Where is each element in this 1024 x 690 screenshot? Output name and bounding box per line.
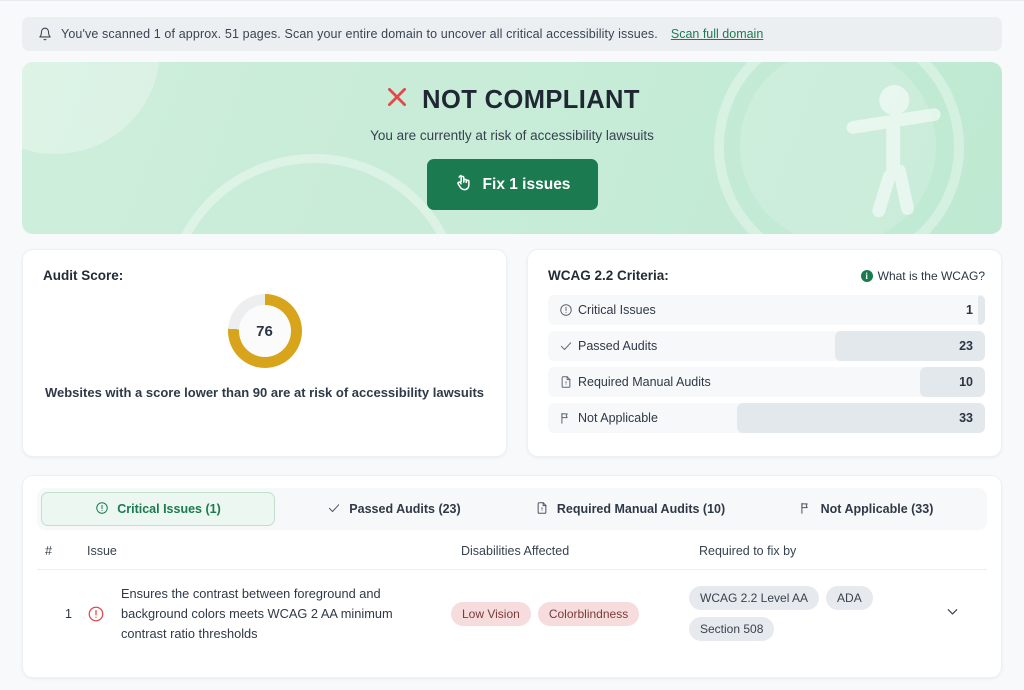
wcag-row-critical-issues: Critical Issues 1 [548, 295, 985, 325]
tab-required-manual-audits-10[interactable]: Required Manual Audits (10) [513, 492, 747, 526]
wcag-row-progress-fill [737, 403, 985, 433]
fix-issues-button[interactable]: Fix 1 issues [426, 159, 598, 210]
tab-not-applicable-33[interactable]: Not Applicable (33) [749, 492, 983, 526]
compliance-status: NOT COMPLIANT [370, 84, 654, 117]
audit-score-title: Audit Score: [43, 268, 124, 283]
issues-panel: Critical Issues (1) Passed Audits (23) Req… [22, 475, 1002, 679]
accessibility-person-icon [834, 80, 950, 225]
wcag-row-not-applicable: Not Applicable 33 [548, 403, 985, 433]
wcag-row-value: 33 [959, 411, 973, 425]
fix-issues-label: Fix 1 issues [482, 175, 571, 193]
wcag-row-value: 10 [959, 375, 973, 389]
alert-circle-icon [559, 303, 578, 317]
what-is-wcag-label: What is the WCAG? [877, 268, 985, 283]
wcag-title: WCAG 2.2 Criteria: [548, 268, 669, 283]
audit-score-gauge-wrapper: 76 [43, 294, 486, 368]
wcag-row-required-manual-audits: Required Manual Audits 10 [548, 367, 985, 397]
column-header-disabilities: Disabilities Affected [461, 544, 570, 558]
tab-label: Critical Issues (1) [117, 502, 221, 516]
wcag-row-value: 23 [959, 339, 973, 353]
tab-passed-audits-23[interactable]: Passed Audits (23) [277, 492, 511, 526]
wcag-row-value: 1 [966, 303, 973, 317]
x-mark-icon [384, 84, 410, 117]
disability-tag: Low Vision [451, 601, 531, 626]
wcag-criteria-card: WCAG 2.2 Criteria: i What is the WCAG? C… [527, 249, 1002, 457]
summary-cards-row: Audit Score: 76 Websites with a score lo… [22, 249, 1002, 457]
expand-row-button[interactable] [929, 603, 975, 625]
check-icon [327, 501, 341, 518]
scan-notice-text: You've scanned 1 of approx. 51 pages. Sc… [61, 27, 658, 41]
chevron-down-icon [944, 603, 961, 625]
info-icon: i [860, 269, 873, 282]
tab-label: Required Manual Audits (10) [556, 502, 726, 516]
column-header-number: # [45, 544, 52, 558]
wcag-row-label: Required Manual Audits [578, 375, 711, 389]
issues-table-header: # Issue Disabilities Affected Required t… [37, 530, 987, 570]
hero-subtitle: You are currently at risk of accessibili… [370, 128, 654, 143]
wcag-card-header: WCAG 2.2 Criteria: i What is the WCAG? [548, 268, 985, 283]
scan-full-domain-link[interactable]: Scan full domain [671, 27, 763, 41]
compliance-hero-banner: NOT COMPLIANT You are currently at risk … [22, 62, 1002, 234]
bell-icon [38, 27, 52, 41]
wcag-row-progress-fill [919, 367, 985, 397]
alert-circle-icon [95, 501, 109, 518]
audit-score-gauge: 76 [227, 294, 302, 368]
issues-table-body: 1 Ensures the contrast between foreground… [37, 570, 987, 657]
standard-tag: Section 508 [689, 617, 775, 642]
flag-icon [559, 411, 578, 425]
document-icon [559, 375, 578, 389]
audit-score-value: 76 [238, 305, 291, 357]
issues-tablist: Critical Issues (1) Passed Audits (23) Req… [37, 488, 987, 530]
audit-score-note: Websites with a score lower than 90 are … [44, 385, 485, 400]
column-header-required: Required to fix by [699, 544, 797, 558]
tab-critical-issues-1[interactable]: Critical Issues (1) [41, 492, 275, 526]
audit-score-card: Audit Score: 76 Websites with a score lo… [22, 249, 507, 457]
click-hand-icon [454, 173, 473, 197]
issue-description: Ensures the contrast between foreground … [121, 586, 393, 641]
disabilities-affected: Low Vision Colorblindness [451, 601, 689, 626]
column-header-issue: Issue [87, 544, 117, 558]
document-icon [535, 501, 549, 518]
tab-label: Not Applicable (33) [820, 502, 934, 516]
issue-number: 1 [65, 606, 72, 621]
scan-notice-banner: You've scanned 1 of approx. 51 pages. Sc… [22, 17, 1002, 51]
wcag-row-label: Not Applicable [578, 411, 658, 425]
what-is-wcag-link[interactable]: i What is the WCAG? [860, 268, 985, 283]
alert-circle-icon [87, 605, 121, 623]
wcag-row-passed-audits: Passed Audits 23 [548, 331, 985, 361]
compliance-status-text: NOT COMPLIANT [422, 86, 640, 114]
dashboard-page: You've scanned 1 of approx. 51 pages. Sc… [0, 17, 1024, 679]
standard-tag: ADA [826, 586, 873, 611]
wcag-row-label: Critical Issues [578, 303, 656, 317]
disability-tag: Colorblindness [537, 601, 640, 626]
required-standards: WCAG 2.2 Level AA ADA Section 508 [689, 586, 929, 642]
standard-tag: WCAG 2.2 Level AA [689, 586, 820, 611]
check-icon [559, 339, 578, 353]
tab-label: Passed Audits (23) [349, 502, 461, 516]
wcag-row-progress-fill [978, 295, 985, 325]
decorative-circle-top-left [22, 62, 160, 154]
hero-content: NOT COMPLIANT You are currently at risk … [370, 84, 654, 210]
wcag-row-label: Passed Audits [578, 339, 658, 353]
table-row: 1 Ensures the contrast between foreground… [37, 570, 987, 657]
flag-icon [799, 501, 813, 518]
wcag-criteria-list: Critical Issues 1 Passed Audits 23 Required … [548, 295, 985, 433]
